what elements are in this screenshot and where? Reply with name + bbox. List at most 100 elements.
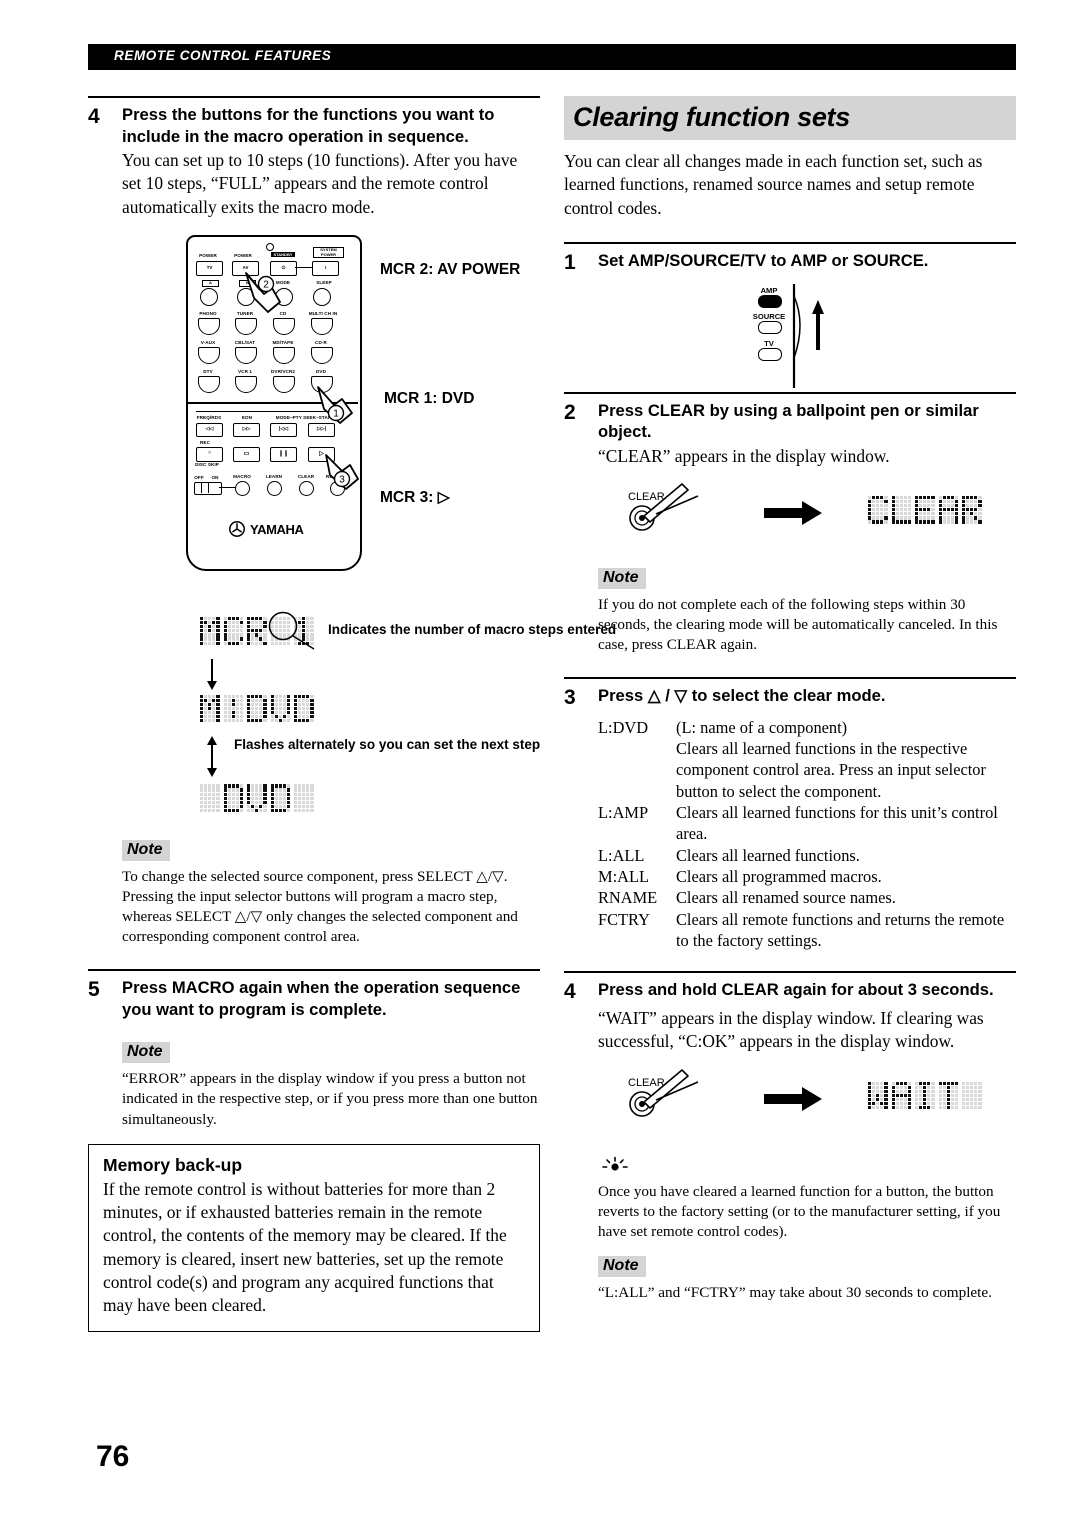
step-5-title: Press MACRO again when the operation seq…: [122, 978, 521, 1019]
clear-mode-definition: Clears all programmed macros.: [676, 867, 882, 887]
tip-bulb-icon: [602, 1156, 628, 1171]
remote-button-macro[interactable]: [235, 481, 250, 497]
remote-button-freq-rds[interactable]: ◁◁: [196, 423, 223, 438]
lcd-character: [915, 1081, 935, 1110]
lcd-character: [223, 694, 243, 723]
lcd-caption-2: Flashes alternately so you can set the n…: [234, 737, 541, 753]
lcd-character: [200, 784, 220, 813]
remote-button-learn[interactable]: [267, 481, 282, 497]
clear-mode-term: M:ALL: [598, 867, 649, 887]
remote-button-system-power[interactable]: I: [312, 261, 339, 277]
memory-backup-box: Memory back-up If the remote control is …: [88, 1143, 540, 1333]
right-column: Clearing function sets You can clear all…: [564, 96, 1016, 1303]
left-column: 4 Press the buttons for the functions yo…: [88, 96, 616, 1333]
right-arrow-icon-2: [764, 1086, 822, 1111]
arrow-stem-double: [211, 744, 214, 771]
step-2-block: 2 Press CLEAR by using a ballpoint pen o…: [564, 400, 1016, 443]
lcd-character: [962, 1081, 982, 1110]
remote-control-diagram: POWER POWER STANDBY SYSTEM POWER TV AV ⏻…: [88, 235, 540, 587]
section-intro: You can clear all changes made in each f…: [564, 151, 983, 218]
step-4r-title: Press and hold CLEAR again for about 3 s…: [598, 980, 994, 1000]
lcd-character: [938, 495, 958, 524]
switch-option-source[interactable]: [758, 320, 782, 334]
clear-mode-definition: (L: name of a component): [676, 717, 848, 737]
remote-button-speaker-a[interactable]: [200, 288, 218, 307]
label-freq-rds: FREQ/RDS: [196, 415, 222, 421]
lcd-arrow-double-block: Flashes alternately so you can set the n…: [200, 728, 540, 784]
note-body-1: To change the selected source component,…: [122, 868, 518, 946]
note-body-r1: If you do not complete each of the follo…: [598, 595, 998, 654]
pause-icon: ❙❙: [278, 451, 289, 458]
lcd-character: [200, 617, 220, 645]
clear-mode-term: RNAME: [598, 888, 658, 908]
clear-mode-definition-cont: to the factory settings.: [676, 931, 822, 951]
lcd-display-clear: [868, 495, 982, 524]
step-1-block: 1 Set AMP/SOURCE/TV to AMP or SOURCE.: [564, 250, 1016, 276]
clear-mode-term: FCTRY: [598, 909, 650, 929]
remote-button-clear[interactable]: [299, 481, 314, 497]
note-label-1: Note: [122, 840, 170, 862]
remote-button-sleep[interactable]: [313, 288, 331, 307]
remote-button-tv[interactable]: TV: [196, 261, 223, 277]
arrow-down-icon: [207, 680, 217, 690]
lcd-character: [247, 694, 267, 723]
callout-mcr-2: MCR 2: AV POWER: [380, 261, 521, 279]
running-head-bar: REMOTE CONTROL FEATURES: [88, 44, 1016, 70]
brand-wordmark: YAMAHA: [250, 522, 304, 538]
step-divider: [88, 96, 540, 98]
clear-mode-list: L:DVD (L: name of a component) Clears all …: [598, 717, 1016, 952]
svg-text:1: 1: [333, 409, 339, 420]
clear-mode-definition: Clears all learned functions.: [676, 845, 860, 865]
lcd-row-1: Indicates the number of macro steps ente…: [200, 611, 616, 650]
clear-mode-row: RNAME Clears all renamed source names.: [598, 887, 1016, 908]
clear-mode-row: L:ALL Clears all learned functions.: [598, 845, 1016, 866]
remote-button-pause[interactable]: ❙❙: [270, 447, 297, 463]
label-cd-r: CD-R: [315, 340, 327, 346]
label-cbl-sat: CBL/SAT: [234, 340, 256, 346]
label-dvr-vcr2: DVR/VCR2: [270, 369, 296, 375]
lcd-character: [294, 784, 314, 813]
note-body-2: “ERROR” appears in the display window if…: [122, 1070, 538, 1128]
callout-mcr-1: MCR 1: DVD: [384, 390, 475, 408]
label-phono: PHONO: [199, 311, 217, 317]
switch-tick-2: [208, 482, 210, 494]
note-body-r2: “L:ALL” and “FCTRY” may take about 30 se…: [598, 1283, 992, 1301]
transmit-led-icon: [266, 243, 274, 252]
remote-button-pty-seek-mode[interactable]: |◁◁: [270, 423, 297, 438]
remote-button-rec[interactable]: ○: [196, 447, 223, 463]
remote-button-tv-label: TV: [206, 265, 213, 271]
glyph-next: ▷▷: [242, 426, 251, 433]
label-multi-ch-in: MULTI CH IN: [308, 311, 338, 317]
arrow-stem-down: [211, 658, 214, 683]
step-4r-block: 4 Press and hold CLEAR again for about 3…: [564, 979, 1016, 1005]
lcd-character: [915, 495, 935, 524]
lcd-character: [223, 784, 243, 813]
clear-mode-row: L:AMP Clears all learned functions for th…: [598, 802, 1016, 823]
switch-option-tv[interactable]: [758, 347, 782, 361]
step-4r-number: 4: [564, 980, 576, 1004]
pointing-hand-3-icon: 3: [325, 454, 359, 490]
clear-mode-term: L:ALL: [598, 845, 645, 865]
glyph-ff: ▷▷|: [316, 426, 327, 433]
remote-button-stop[interactable]: ▭: [233, 447, 260, 463]
label-rec: REC: [200, 440, 210, 446]
lcd-character: [938, 1081, 958, 1110]
step-1-number: 1: [564, 250, 576, 274]
label-dvd: DVD: [316, 369, 326, 375]
clear-mode-definition-cont: Clears all learned functions in the resp…: [676, 739, 986, 801]
clear-press-illustration-2: CLEAR: [564, 1064, 1016, 1142]
clear-press-illustration-1: CLEAR: [564, 478, 1016, 556]
label-speaker-a: A: [202, 280, 219, 288]
label-vcr-1: VCR 1: [237, 369, 253, 375]
lcd-character: [200, 694, 220, 723]
remote-button-eon[interactable]: ▷▷: [233, 423, 260, 438]
label-dtv: DTV: [203, 369, 213, 375]
clear-mode-term: L:DVD: [598, 717, 649, 737]
switch-connector-line: [219, 487, 236, 489]
step-divider-r4: [564, 971, 1016, 974]
lcd-character: [223, 617, 243, 645]
lcd-row-2: [200, 694, 540, 723]
switch-option-amp[interactable]: [758, 294, 782, 308]
lcd-character: [294, 694, 314, 723]
manual-page: REMOTE CONTROL FEATURES 4 Press the butt…: [0, 0, 1080, 1526]
